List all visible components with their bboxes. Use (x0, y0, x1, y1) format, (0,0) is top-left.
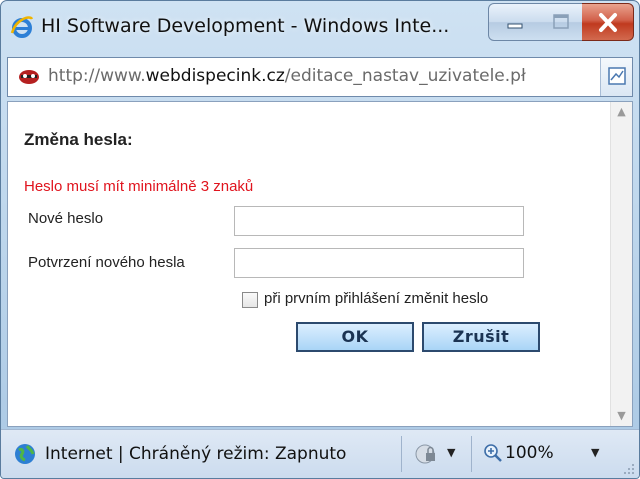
change-password-checkbox-label[interactable]: při prvním přihlášení změnit heslo (264, 290, 488, 307)
ok-button[interactable]: OK (296, 322, 414, 352)
globe-icon (13, 442, 37, 466)
minimize-icon (507, 23, 523, 29)
address-bar[interactable]: http://www.webdispecink.cz/editace_nasta… (7, 57, 633, 97)
minimize-button[interactable] (488, 3, 540, 41)
status-bar: Internet | Chráněný režim: Zapnuto ▼ 100… (1, 429, 639, 478)
cancel-button[interactable]: Zrušit (422, 322, 540, 352)
url-domain: webdispecink.cz (145, 66, 285, 86)
url-path: /editace_nastav_uzivatele.pł (284, 66, 526, 86)
compatibility-view-button[interactable] (600, 58, 632, 96)
zoom-icon[interactable] (483, 443, 503, 463)
zoom-level[interactable]: 100% (505, 443, 554, 463)
url-prefix: http://www. (48, 66, 146, 86)
close-button[interactable] (582, 3, 634, 41)
confirm-password-label: Potvrzení nového hesla (28, 254, 185, 271)
close-icon (599, 13, 617, 32)
change-password-checkbox[interactable] (242, 292, 258, 308)
security-zone-text[interactable]: Internet | Chráněný režim: Zapnuto (45, 444, 346, 464)
confirm-password-field[interactable] (234, 248, 524, 278)
browser-window: HI Software Development - Windows Inte..… (0, 0, 640, 479)
scroll-up-icon[interactable]: ▲ (611, 102, 632, 122)
url-text[interactable]: http://www.webdispecink.cz/editace_nasta… (48, 66, 596, 90)
scroll-down-icon[interactable]: ▼ (611, 406, 632, 426)
title-bar[interactable]: HI Software Development - Windows Inte..… (1, 1, 639, 53)
status-separator (471, 436, 472, 472)
window-title: HI Software Development - Windows Inte..… (41, 15, 450, 37)
zoom-dropdown-icon[interactable]: ▼ (591, 446, 599, 459)
form-heading: Změna hesla: (24, 130, 133, 149)
resize-grip-icon[interactable] (623, 463, 635, 475)
internet-explorer-icon (10, 15, 34, 39)
page-content: Změna hesla: Heslo musí mít minimálně 3 … (7, 101, 633, 427)
new-password-label: Nové heslo (28, 210, 104, 227)
site-favicon-icon (18, 68, 40, 86)
status-separator (401, 436, 402, 472)
new-password-field[interactable] (234, 206, 524, 236)
protected-mode-icon[interactable] (413, 442, 439, 466)
maximize-icon (553, 14, 569, 29)
maximize-button[interactable] (539, 3, 583, 41)
compatibility-view-icon (608, 67, 626, 85)
protected-mode-dropdown-icon[interactable]: ▼ (447, 446, 455, 459)
error-message: Heslo musí mít minimálně 3 znaků (24, 178, 254, 195)
vertical-scrollbar[interactable]: ▲ ▼ (610, 102, 632, 426)
